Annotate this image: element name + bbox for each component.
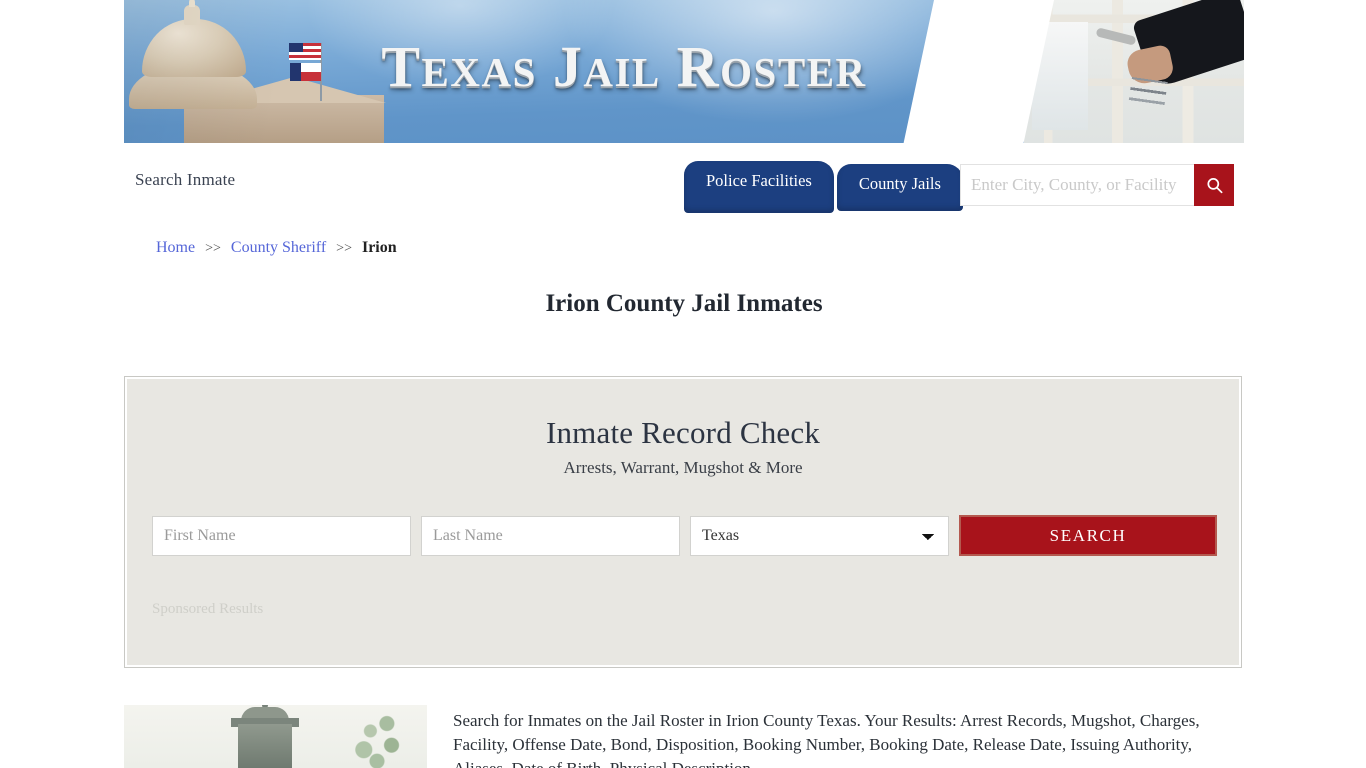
inmate-search-form: Texas SEARCH <box>152 515 1217 556</box>
description-paragraph: Search for Inmates on the Jail Roster in… <box>453 711 1200 768</box>
panel-subtitle: Arrests, Warrant, Mugshot & More <box>563 458 803 477</box>
tree-icon <box>344 711 410 768</box>
main-navbar: Search Inmate Police Facilities County J… <box>124 143 1244 219</box>
breadcrumb-item-county-sheriff[interactable]: County Sheriff <box>231 239 326 256</box>
courthouse-thumbnail <box>124 705 427 768</box>
site-brand[interactable]: Search Inmate <box>135 170 235 190</box>
tab-police-facilities[interactable]: Police Facilities <box>684 161 834 213</box>
site-banner: Texas Jail Roster <box>124 0 1244 143</box>
keys-icon <box>1127 73 1169 113</box>
breadcrumb-separator: >> <box>205 241 221 256</box>
page-title: Irion County Jail Inmates <box>545 290 823 317</box>
last-name-input[interactable] <box>421 515 680 556</box>
nav-tabs: Police Facilities County Jails <box>684 161 963 213</box>
facility-search-input[interactable] <box>960 164 1194 206</box>
facility-search <box>960 164 1234 206</box>
sponsored-results-label: Sponsored Results <box>152 601 264 617</box>
tab-county-jails[interactable]: County Jails <box>836 164 963 211</box>
search-icon <box>1206 177 1222 193</box>
breadcrumb: Home >> County Sheriff >> Irion <box>156 239 397 257</box>
page-root: Texas Jail Roster Search Inmate Police F… <box>0 0 1366 768</box>
first-name-input[interactable] <box>152 515 411 556</box>
inmate-record-check-panel: Inmate Record Check Arrests, Warrant, Mu… <box>124 376 1242 668</box>
search-button[interactable]: SEARCH <box>959 515 1217 556</box>
bottom-content: Search for Inmates on the Jail Roster in… <box>124 705 1244 768</box>
breadcrumb-separator: >> <box>336 241 352 256</box>
banner-title: Texas Jail Roster <box>381 34 867 99</box>
breadcrumb-item-home[interactable]: Home <box>156 239 195 256</box>
facility-search-button[interactable] <box>1194 164 1234 206</box>
panel-title: Inmate Record Check <box>545 415 821 450</box>
breadcrumb-item-current: Irion <box>361 239 397 256</box>
state-select[interactable]: Texas <box>690 515 949 556</box>
